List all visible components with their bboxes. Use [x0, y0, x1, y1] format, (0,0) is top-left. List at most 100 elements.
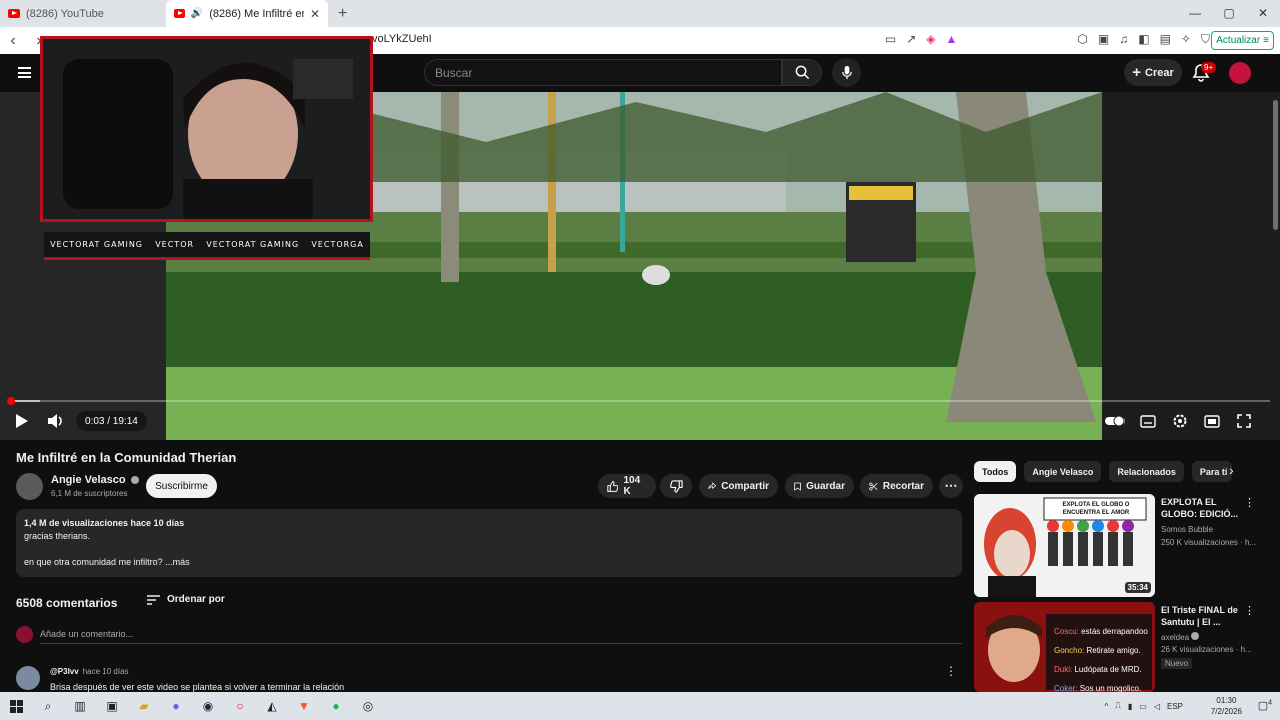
clock-date: 7/2/2026 [1210, 707, 1242, 716]
start-button[interactable] [0, 692, 32, 720]
subscribe-button[interactable]: Suscribirme [146, 474, 217, 498]
rewards-icon[interactable]: ▲ [946, 32, 958, 47]
chip-for-you[interactable]: Para ti [1191, 461, 1232, 482]
thumbnail-caption: EXPLOTA EL GLOBO O ENCUENTRA EL AMOR [1062, 502, 1130, 516]
clip-button[interactable]: Recortar [860, 474, 933, 498]
app-window-icon[interactable]: ▣ [96, 692, 128, 720]
settings-button[interactable] [1170, 410, 1190, 432]
clock[interactable]: 01:30 7/2/2026 [1211, 695, 1242, 717]
brave-icon[interactable]: ▼ [288, 692, 320, 720]
related-video-title[interactable]: El Triste FINAL de Santutu | El ... [1161, 604, 1241, 628]
fullscreen-button[interactable] [1234, 410, 1254, 432]
channel-name[interactable]: Angie Velasco [51, 474, 126, 486]
add-comment-input[interactable]: Añade un comentario... [40, 629, 133, 639]
more-vertical-icon[interactable]: ⋮ [1244, 604, 1255, 617]
update-button[interactable]: Actualizar ≡ [1211, 31, 1274, 50]
create-button[interactable]: + Crear [1124, 59, 1182, 86]
mic-tray-icon[interactable]: ▮ [1128, 702, 1132, 711]
browser-tab-video[interactable]: 🔊 (8286) Me Infiltré en la Comun ✕ [166, 0, 328, 27]
subtitles-button[interactable] [1138, 410, 1158, 432]
volume-button[interactable] [46, 410, 66, 432]
cast-icon[interactable]: ▭ [885, 32, 896, 47]
play-button[interactable] [12, 410, 32, 432]
brave-shield-icon[interactable]: ◈ [926, 32, 935, 47]
theater-mode-button[interactable] [1202, 410, 1222, 432]
video-title: Me Infiltré en la Comunidad Therian [16, 450, 237, 465]
volume-tray-icon[interactable]: ◁ [1154, 702, 1160, 711]
comment-menu-icon[interactable]: ⋮ [945, 664, 957, 678]
close-window-button[interactable]: ✕ [1246, 0, 1280, 27]
close-tab-icon[interactable]: ✕ [310, 7, 320, 21]
sidebar-icon[interactable]: ◧ [1138, 32, 1149, 47]
new-tab-button[interactable]: + [338, 0, 347, 27]
comment-author[interactable]: @P3lvv hace 10 días [50, 667, 129, 676]
extensions-icon[interactable]: ⬡ [1077, 32, 1087, 47]
channel-avatar[interactable] [16, 473, 43, 500]
chip-all[interactable]: Todos [974, 461, 1017, 482]
chevron-up-icon[interactable]: ^ [1104, 702, 1108, 711]
vpn-icon[interactable]: ▤ [1160, 32, 1171, 47]
more-vertical-icon[interactable]: ⋮ [1244, 496, 1255, 509]
related-video-channel[interactable]: Somos Bubble [1161, 525, 1213, 534]
steam-icon[interactable]: ◉ [192, 692, 224, 720]
wallet-icon[interactable]: ▣ [1098, 32, 1109, 47]
file-explorer-icon[interactable]: ▰ [128, 692, 160, 720]
back-button[interactable]: ‹ [0, 32, 26, 50]
save-button[interactable]: Guardar [785, 474, 854, 498]
comment-author-avatar[interactable] [16, 666, 40, 690]
search-button[interactable] [782, 59, 822, 86]
page-scrollbar-thumb[interactable] [1273, 100, 1278, 230]
usb-icon[interactable]: ⎍ [1115, 701, 1121, 711]
search-taskbar-icon[interactable]: ⌕ [32, 692, 64, 720]
leo-icon[interactable]: ✧ [1181, 32, 1191, 47]
more-actions-button[interactable]: ⋯ [939, 474, 963, 498]
chip-related[interactable]: Relacionados [1109, 461, 1184, 482]
discord-icon[interactable]: ● [160, 692, 192, 720]
minimize-button[interactable]: — [1178, 0, 1212, 27]
chip-channel[interactable]: Angie Velasco [1024, 461, 1102, 482]
menu-icon: ≡ [1263, 35, 1269, 46]
music-icon[interactable]: ♫ [1119, 32, 1128, 47]
opera-icon[interactable]: ○ [224, 692, 256, 720]
notification-center-icon[interactable]: ▢4 [1258, 699, 1272, 712]
channel-name-row[interactable]: Angie Velasco [51, 474, 139, 486]
chevron-right-icon[interactable]: › [1229, 462, 1234, 478]
share-icon[interactable]: ↗ [906, 32, 916, 47]
comment-time[interactable]: hace 10 días [83, 667, 129, 676]
share-button[interactable]: Compartir [699, 474, 778, 498]
views-and-date: 1,4 M de visualizaciones hace 10 días [24, 518, 185, 528]
like-button[interactable]: 104 K [598, 474, 656, 498]
related-video-thumbnail[interactable]: Coscu: estás derrapandoo Goncho: Retirat… [974, 602, 1155, 692]
hamburger-menu-icon[interactable] [18, 67, 31, 78]
app-icon[interactable]: ◭ [256, 692, 288, 720]
fullscreen-icon [1237, 414, 1251, 428]
related-video-thumbnail[interactable]: EXPLOTA EL GLOBO O ENCUENTRA EL AMOR 35:… [974, 494, 1155, 597]
notification-badge: 9+ [1201, 62, 1217, 73]
url-text[interactable]: voLYkZUehI [372, 33, 432, 45]
spotify-icon[interactable]: ● [320, 692, 352, 720]
obs-icon[interactable]: ◎ [352, 692, 384, 720]
user-avatar[interactable] [1229, 62, 1251, 84]
browser-tab-youtube[interactable]: (8286) YouTube [0, 0, 166, 27]
dislike-button[interactable] [660, 474, 692, 498]
address-bar-icons: ▭ ↗ ◈ ▲ ⬡ ▣ ♫ ◧ ▤ ✧ ⛉ [885, 32, 1210, 47]
voice-search-button[interactable] [832, 58, 861, 87]
restore-button[interactable]: ▢ [1212, 0, 1246, 27]
progress-scrubber[interactable] [7, 397, 15, 405]
network-icon[interactable]: ▭ [1139, 702, 1147, 711]
language-indicator[interactable]: ESP [1167, 702, 1183, 711]
shield-icon[interactable]: ⛉ [1201, 32, 1210, 47]
related-video-channel[interactable]: axeldea [1161, 632, 1200, 642]
progress-bar[interactable] [10, 400, 1270, 402]
thumbs-up-icon [607, 480, 619, 492]
my-avatar [16, 626, 33, 643]
subscriber-count: 6,1 M de suscriptores [51, 489, 128, 498]
related-video-title[interactable]: EXPLOTA EL GLOBO: EDICIÓ... [1161, 496, 1241, 520]
autoplay-toggle[interactable] [1104, 410, 1126, 432]
tab-title: (8286) Me Infiltré en la Comun [209, 7, 304, 20]
browser-tab-strip: (8286) YouTube 🔊 (8286) Me Infiltré en l… [0, 0, 1280, 27]
sort-by-button[interactable]: Ordenar por [147, 594, 225, 605]
search-input[interactable]: Buscar [424, 59, 782, 86]
description-box[interactable]: 1,4 M de visualizaciones hace 10 días gr… [16, 509, 962, 577]
task-view-icon[interactable]: ▥ [64, 692, 96, 720]
